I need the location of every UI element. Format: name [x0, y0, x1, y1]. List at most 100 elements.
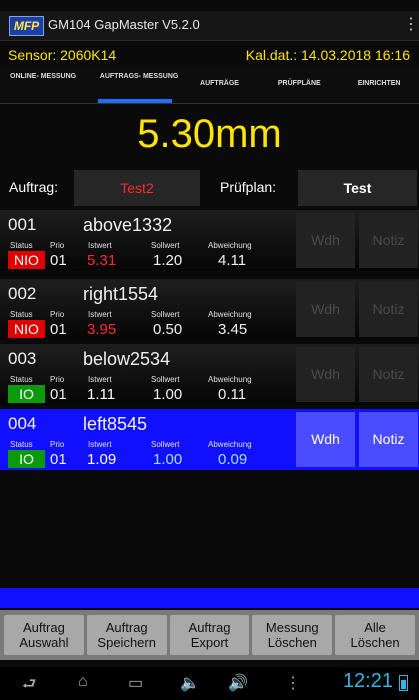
status-badge: NIO [8, 251, 45, 269]
wdh-button[interactable]: Wdh [296, 213, 355, 268]
system-clock: 12:21 [342, 670, 393, 692]
status-label: Status [10, 310, 33, 319]
tab-online-messung[interactable]: ONLINE- MESSUNG [0, 67, 90, 103]
istwert-label: Istwert [88, 440, 112, 449]
abweichung-value: 3.45 [218, 321, 248, 338]
sollwert-value: 1.00 [153, 451, 183, 468]
istwert-value: 3.95 [87, 321, 117, 338]
status-label: Status [10, 241, 33, 250]
home-icon[interactable]: ⌂ [78, 673, 88, 691]
button-line1: Auftrag [22, 620, 65, 635]
sollwert-label: Sollwert [151, 375, 180, 384]
list-item-selected[interactable]: 004 left8545 Status Prio Istwert Sollwer… [0, 409, 419, 470]
pruefplan-label: Prüfplan: [220, 179, 277, 195]
menu-dots-icon[interactable]: ⋮ [403, 15, 419, 35]
prio-value: 01 [50, 321, 67, 338]
abweichung-value: 0.11 [218, 386, 247, 403]
status-badge: NIO [8, 320, 45, 338]
status-badge: IO [8, 385, 45, 403]
istwert-value: 1.09 [87, 451, 117, 468]
auftrag-label: Auftrag: [9, 179, 59, 195]
title-bar: MFP GM104 GapMaster V5.2.0 ⋮ [0, 11, 419, 41]
tab-auftrags-messung[interactable]: AUFTRAGS- MESSUNG [90, 67, 180, 103]
list-item[interactable]: 001 above1332 Status Prio Istwert Sollwe… [0, 210, 419, 271]
abweichung-label: Abweichung [208, 241, 252, 250]
button-line2: Löschen [350, 635, 400, 650]
sollwert-label: Sollwert [151, 310, 180, 319]
prio-label: Prio [50, 241, 65, 250]
notiz-button[interactable]: Notiz [359, 213, 418, 268]
action-bar: Auftrag Auswahl Auftrag Speichern Auftra… [0, 610, 419, 660]
notiz-button[interactable]: Notiz [359, 412, 418, 467]
notiz-button[interactable]: Notiz [359, 347, 418, 402]
app-title: GM104 GapMaster V5.2.0 [48, 17, 200, 32]
auftrag-export-button[interactable]: Auftrag Export [169, 615, 250, 655]
row-number: 004 [8, 414, 37, 433]
recents-icon[interactable]: ▭ [128, 673, 143, 693]
app-logo: MFP [9, 16, 44, 36]
status-badge: IO [8, 450, 45, 468]
row-name: right1554 [83, 284, 159, 304]
tab-einrichten[interactable]: EINRICHTEN [339, 67, 419, 103]
overflow-icon[interactable]: ⋮ [285, 673, 301, 693]
prio-value: 01 [50, 252, 67, 269]
button-line1: Auftrag [105, 620, 148, 635]
istwert-label: Istwert [88, 310, 112, 319]
wdh-button[interactable]: Wdh [296, 412, 355, 467]
prio-value: 01 [50, 386, 67, 403]
wdh-button[interactable]: Wdh [296, 347, 355, 402]
abweichung-label: Abweichung [208, 375, 252, 384]
sollwert-value: 1.00 [153, 386, 183, 403]
sollwert-value: 1.20 [153, 252, 183, 269]
auftrag-value[interactable]: Test2 [74, 170, 200, 206]
wdh-button[interactable]: Wdh [296, 282, 355, 337]
tab-auftraege[interactable]: AUFTRÄGE [180, 67, 260, 103]
button-line1: Auftrag [188, 620, 231, 635]
row-number: 002 [8, 284, 37, 303]
button-line1: Messung [265, 620, 319, 635]
tab-bar: ONLINE- MESSUNG AUFTRAGS- MESSUNG AUFTRÄ… [0, 67, 419, 103]
button-line2: Auswahl [19, 635, 69, 650]
auftrag-auswahl-button[interactable]: Auftrag Auswahl [4, 615, 84, 655]
status-label: Status [10, 375, 33, 384]
row-number: 001 [8, 215, 37, 234]
messung-loeschen-button[interactable]: Messung Löschen [252, 615, 333, 655]
sollwert-label: Sollwert [151, 440, 180, 449]
prio-value: 01 [50, 451, 67, 468]
prio-label: Prio [50, 375, 65, 384]
back-icon[interactable]: ⮐ [22, 673, 36, 700]
selection-bar [0, 588, 419, 608]
calibration-date: Kal.dat.: 14.03.2018 16:16 [245, 47, 410, 63]
list-item[interactable]: 003 below2534 Status Prio Istwert Sollwe… [0, 344, 419, 405]
list-item[interactable]: 002 right1554 Status Prio Istwert Sollwe… [0, 279, 419, 340]
istwert-value: 5.31 [87, 252, 117, 269]
alle-loeschen-button[interactable]: Alle Löschen [335, 615, 415, 655]
pruefplan-value[interactable]: Test [298, 170, 417, 206]
row-name: below2534 [83, 349, 171, 369]
measurement-value: 5.30mm [137, 112, 282, 156]
istwert-label: Istwert [88, 375, 112, 384]
tab-pruefplaene[interactable]: PRÜFPLÄNE [259, 67, 339, 103]
volume-up-icon[interactable]: 🔊 [228, 673, 248, 693]
abweichung-label: Abweichung [208, 440, 252, 449]
istwert-value: 1.11 [87, 386, 116, 403]
abweichung-value: 0.09 [218, 451, 248, 468]
prio-label: Prio [50, 440, 65, 449]
row-number: 003 [8, 349, 37, 368]
row-name: above1332 [83, 215, 173, 235]
sollwert-value: 0.50 [153, 321, 183, 338]
tab-divider [0, 103, 419, 104]
notiz-button[interactable]: Notiz [359, 282, 418, 337]
app-frame: MFP GM104 GapMaster V5.2.0 ⋮ Sensor: 206… [0, 0, 419, 699]
auftrag-speichern-button[interactable]: Auftrag Speichern [86, 615, 167, 655]
button-line1: Alle [364, 620, 386, 635]
status-label: Status [10, 440, 33, 449]
prio-label: Prio [50, 310, 65, 319]
button-line2: Löschen [267, 635, 317, 650]
sensor-label: Sensor: 2060K14 [8, 47, 117, 63]
volume-down-icon[interactable]: 🔈 [180, 673, 200, 693]
button-line2: Export [190, 635, 229, 650]
abweichung-label: Abweichung [208, 310, 252, 319]
sollwert-label: Sollwert [151, 241, 180, 250]
system-nav-bar: ⮐ ⌂ ▭ 🔈 🔊 ⋮ 12:21 [0, 667, 419, 699]
